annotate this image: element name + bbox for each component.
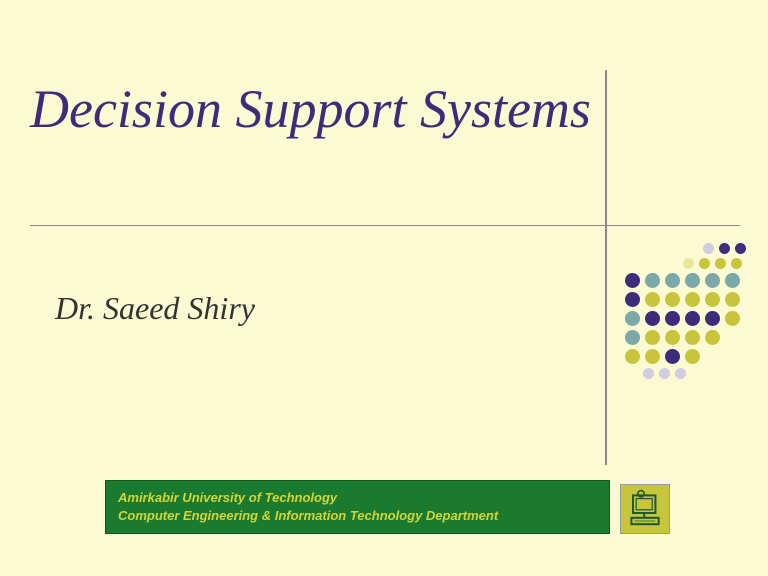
decorative-dot-grid <box>625 243 745 383</box>
computer-icon <box>620 484 670 534</box>
slide-title: Decision Support Systems <box>30 80 591 139</box>
footer-banner: Amirkabir University of Technology Compu… <box>105 480 610 534</box>
horizontal-divider <box>30 225 740 226</box>
author-name: Dr. Saeed Shiry <box>55 290 255 327</box>
footer-university: Amirkabir University of Technology <box>118 489 597 507</box>
footer-department: Computer Engineering & Information Techn… <box>118 507 597 525</box>
vertical-divider <box>605 70 607 465</box>
